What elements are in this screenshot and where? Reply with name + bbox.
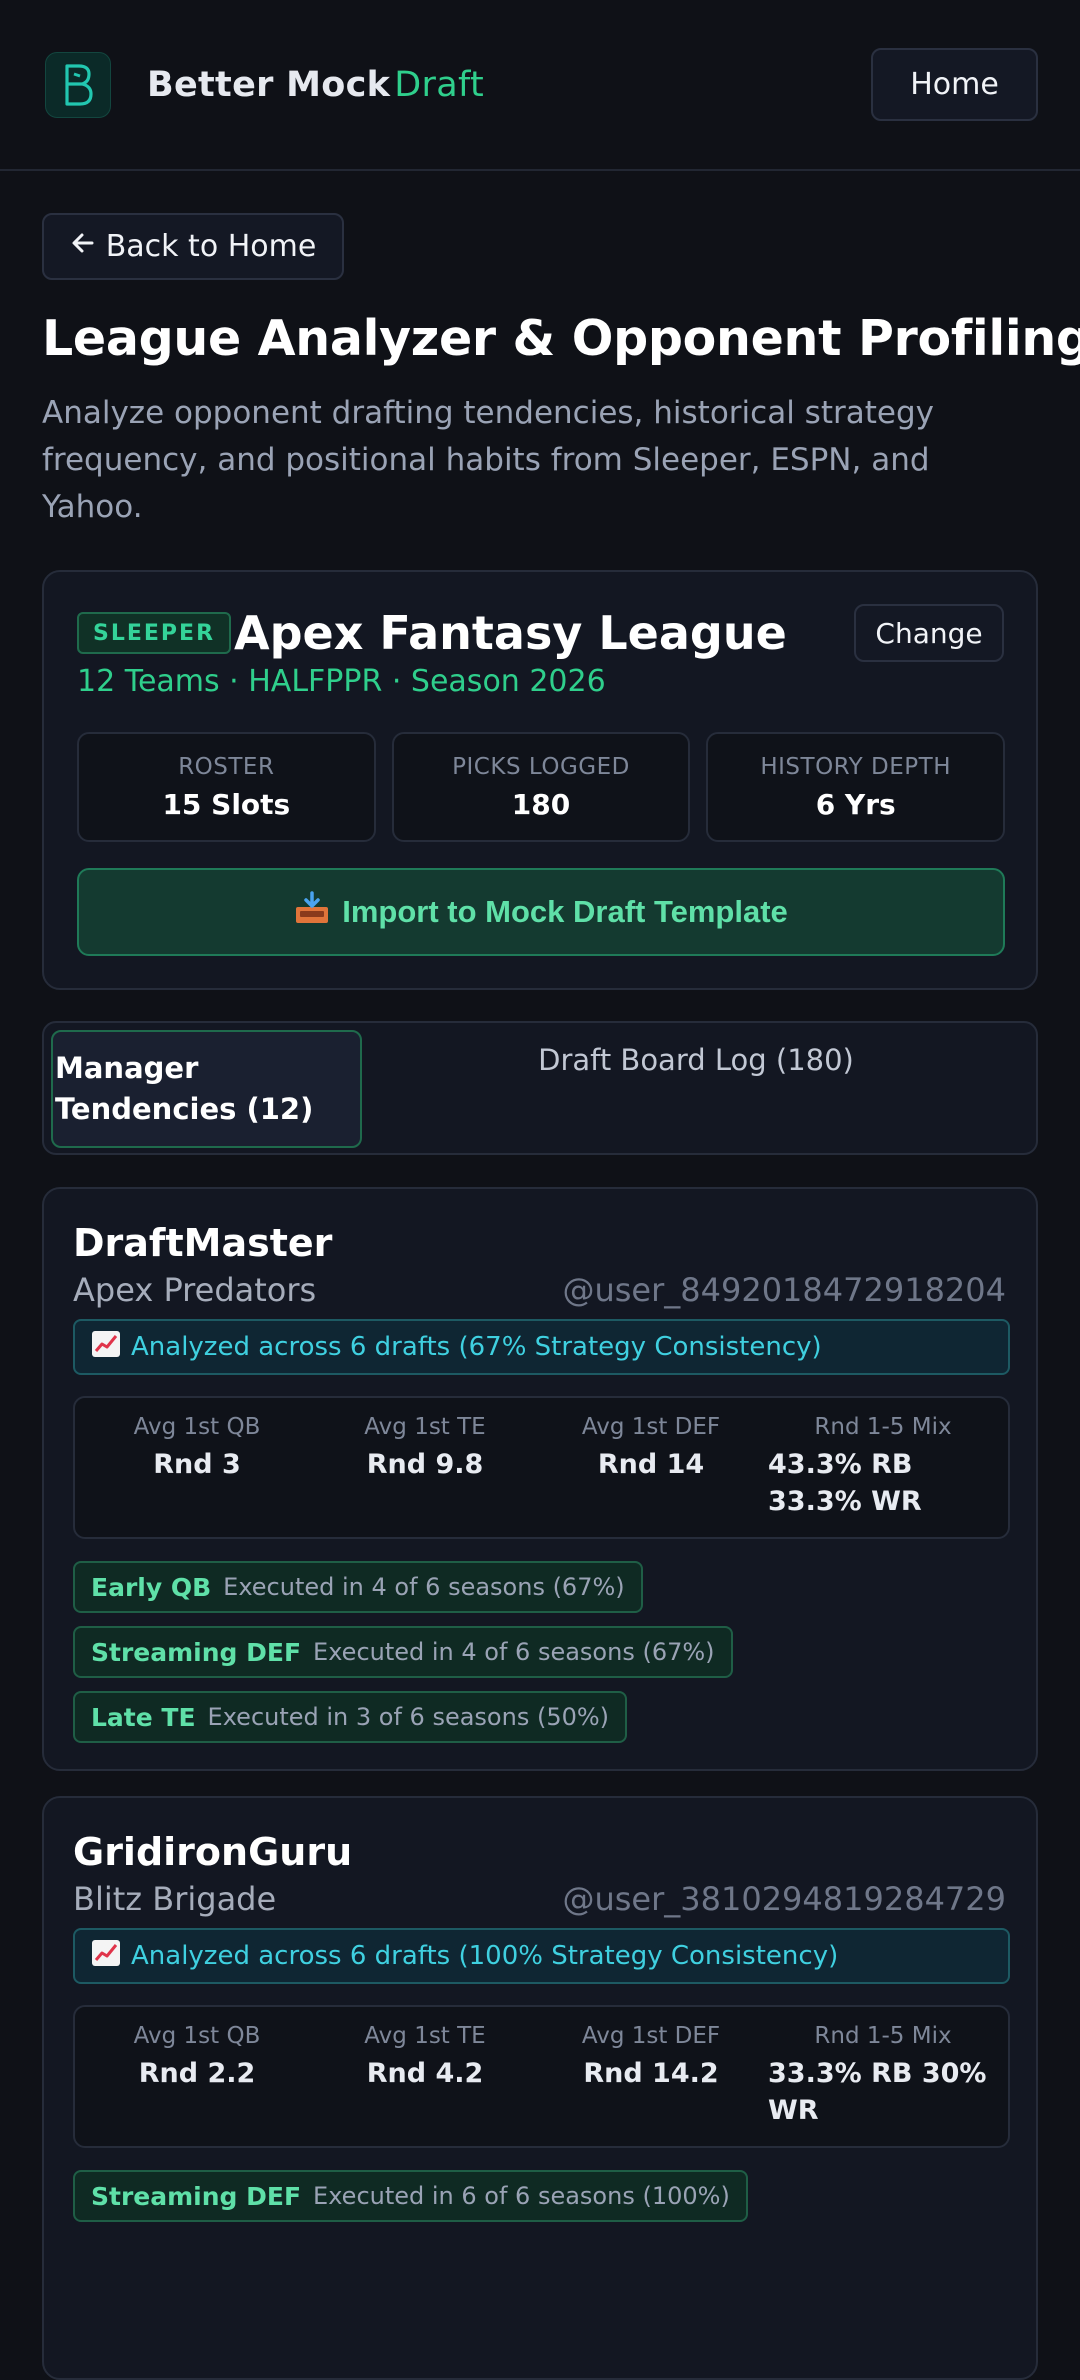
metric-rnd-1-5-mix: Rnd 1-5 Mix 43.3% RB 33.3% WR: [768, 1414, 998, 1520]
tag-name: Early QB: [91, 1572, 212, 1602]
strategy-tag: Streaming DEF Executed in 6 of 6 seasons…: [73, 2170, 748, 2222]
arrow-left-icon: [70, 229, 96, 264]
manager-name: DraftMaster: [73, 1221, 333, 1265]
metric-label: Avg 1st DEF: [581, 1414, 721, 1440]
manager-card: GridironGuru Blitz Brigade @user_3810294…: [42, 1796, 1038, 2380]
metric-value: Rnd 9.8: [366, 1449, 484, 1480]
stat-label: ROSTER: [178, 753, 275, 780]
analyzed-banner: Analyzed across 6 drafts (100% Strategy …: [73, 1928, 1010, 1984]
strategy-tag: Streaming DEF Executed in 4 of 6 seasons…: [73, 1626, 733, 1678]
manager-team: Blitz Brigade: [73, 1880, 277, 1918]
metric-label: Rnd 1-5 Mix: [814, 2023, 952, 2049]
stat-picks-logged: PICKS LOGGED 180: [391, 732, 691, 842]
inbox-tray-icon: [294, 891, 330, 933]
metric-avg-1st-te: Avg 1st TE Rnd 9.8: [315, 1414, 535, 1483]
tag-name: Streaming DEF: [91, 1637, 302, 1667]
view-tabs: Manager Tendencies (12) Draft Board Log …: [42, 1021, 1038, 1155]
strategy-tag: Late TE Executed in 3 of 6 seasons (50%): [73, 1691, 628, 1743]
metric-label: Avg 1st DEF: [581, 2023, 721, 2049]
metric-avg-1st-def: Avg 1st DEF Rnd 14: [541, 1414, 761, 1483]
strategy-tags: Streaming DEF Executed in 6 of 6 seasons…: [73, 2170, 748, 2235]
tag-desc: Executed in 6 of 6 seasons (100%): [313, 2182, 730, 2210]
tag-name: Late TE: [91, 1702, 196, 1732]
platform-badge: SLEEPER: [77, 612, 232, 654]
league-name: Apex Fantasy League: [234, 606, 787, 660]
stat-label: HISTORY DEPTH: [760, 753, 952, 780]
metric-value: Rnd 2.2: [138, 2058, 256, 2089]
stat-value: 15 Slots: [162, 787, 291, 821]
analyzed-text: Analyzed across 6 drafts (67% Strategy C…: [131, 1332, 822, 1362]
tab-draft-board-log[interactable]: Draft Board Log (180): [366, 1043, 1026, 1077]
manager-card: DraftMaster Apex Predators @user_8492018…: [42, 1187, 1038, 1771]
manager-metrics: Avg 1st QB Rnd 2.2 Avg 1st TE Rnd 4.2 Av…: [73, 2005, 1010, 2148]
tag-desc: Executed in 4 of 6 seasons (67%): [223, 1573, 625, 1601]
metric-avg-1st-qb: Avg 1st QB Rnd 3: [87, 1414, 307, 1483]
analyzed-text: Analyzed across 6 drafts (100% Strategy …: [131, 1941, 839, 1971]
metric-value: 43.3% RB 33.3% WR: [768, 1449, 922, 1517]
chart-increasing-icon: [91, 1330, 121, 1365]
import-label: Import to Mock Draft Template: [342, 894, 788, 929]
back-to-home-button[interactable]: Back to Home: [42, 213, 344, 280]
metric-label: Avg 1st TE: [364, 2023, 486, 2049]
manager-team: Apex Predators: [73, 1271, 317, 1309]
tag-desc: Executed in 4 of 6 seasons (67%): [313, 1638, 715, 1666]
strategy-tags: Early QB Executed in 4 of 6 seasons (67%…: [73, 1561, 733, 1756]
tag-desc: Executed in 3 of 6 seasons (50%): [207, 1703, 610, 1731]
import-to-mock-draft-button[interactable]: Import to Mock Draft Template: [77, 868, 1005, 956]
metric-avg-1st-def: Avg 1st DEF Rnd 14.2: [541, 2023, 761, 2092]
tab-manager-tendencies[interactable]: Manager Tendencies (12): [51, 1030, 362, 1148]
stat-history-depth: HISTORY DEPTH 6 Yrs: [706, 732, 1006, 842]
brand[interactable]: Better Mock Draft: [45, 51, 484, 118]
metric-value: Rnd 14.2: [583, 2058, 719, 2089]
brand-name: Better Mock Draft: [147, 65, 484, 105]
brand-name-main: Better Mock: [147, 64, 391, 105]
strategy-tag: Early QB Executed in 4 of 6 seasons (67%…: [73, 1561, 643, 1613]
b-logo-icon: [45, 51, 111, 118]
page-title: League Analyzer & Opponent Profiling: [42, 310, 1080, 367]
change-league-button[interactable]: Change: [854, 604, 1004, 662]
metric-label: Avg 1st QB: [133, 1414, 261, 1440]
stat-value: 6 Yrs: [815, 787, 896, 821]
app-header: Better Mock Draft Home: [0, 0, 1080, 171]
stat-roster: ROSTER 15 Slots: [77, 732, 376, 842]
metric-value: Rnd 3: [153, 1449, 241, 1480]
manager-name: GridironGuru: [73, 1830, 353, 1874]
metric-rnd-1-5-mix: Rnd 1-5 Mix 33.3% RB 30% WR: [768, 2023, 998, 2129]
tag-name: Streaming DEF: [91, 2181, 302, 2211]
metric-label: Avg 1st QB: [133, 2023, 261, 2049]
league-card: SLEEPER Apex Fantasy League 12 Teams · H…: [42, 570, 1038, 990]
metric-label: Rnd 1-5 Mix: [814, 1414, 952, 1440]
manager-handle: @user_3810294819284729: [562, 1880, 1006, 1918]
chart-increasing-icon: [91, 1939, 121, 1974]
manager-handle: @user_8492018472918204: [562, 1271, 1006, 1309]
manager-metrics: Avg 1st QB Rnd 3 Avg 1st TE Rnd 9.8 Avg …: [73, 1396, 1010, 1539]
league-meta: 12 Teams · HALFPPR · Season 2026: [77, 664, 606, 699]
league-stats: ROSTER 15 Slots PICKS LOGGED 180 HISTORY…: [77, 732, 1006, 842]
brand-name-accent: Draft: [394, 64, 484, 105]
metric-avg-1st-qb: Avg 1st QB Rnd 2.2: [87, 2023, 307, 2092]
metric-value: Rnd 4.2: [366, 2058, 484, 2089]
metric-value: Rnd 14: [597, 1449, 705, 1480]
back-to-home-label: Back to Home: [105, 229, 317, 264]
metric-label: Avg 1st TE: [364, 1414, 486, 1440]
analyzed-banner: Analyzed across 6 drafts (67% Strategy C…: [73, 1319, 1010, 1375]
stat-label: PICKS LOGGED: [452, 753, 630, 780]
home-button[interactable]: Home: [871, 48, 1038, 121]
metric-avg-1st-te: Avg 1st TE Rnd 4.2: [315, 2023, 535, 2092]
metric-value: 33.3% RB 30% WR: [768, 2058, 987, 2126]
page-description: Analyze opponent drafting tendencies, hi…: [42, 395, 934, 525]
stat-value: 180: [511, 787, 571, 821]
